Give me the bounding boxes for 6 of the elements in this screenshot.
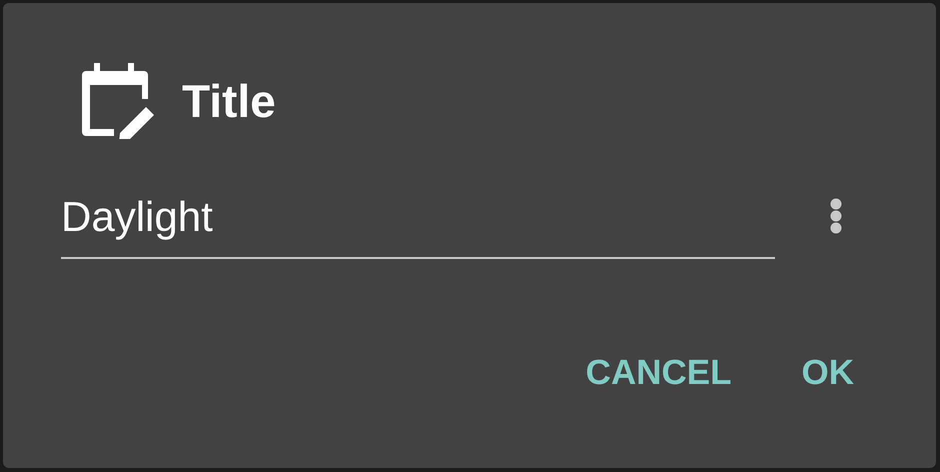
cancel-button[interactable]: CANCEL [576, 347, 742, 399]
calendar-edit-icon [82, 63, 156, 139]
dialog-title: Title [182, 74, 276, 129]
more-options-icon[interactable] [829, 198, 843, 234]
ok-button[interactable]: OK [792, 347, 864, 399]
text-field[interactable]: Daylight [61, 193, 775, 259]
